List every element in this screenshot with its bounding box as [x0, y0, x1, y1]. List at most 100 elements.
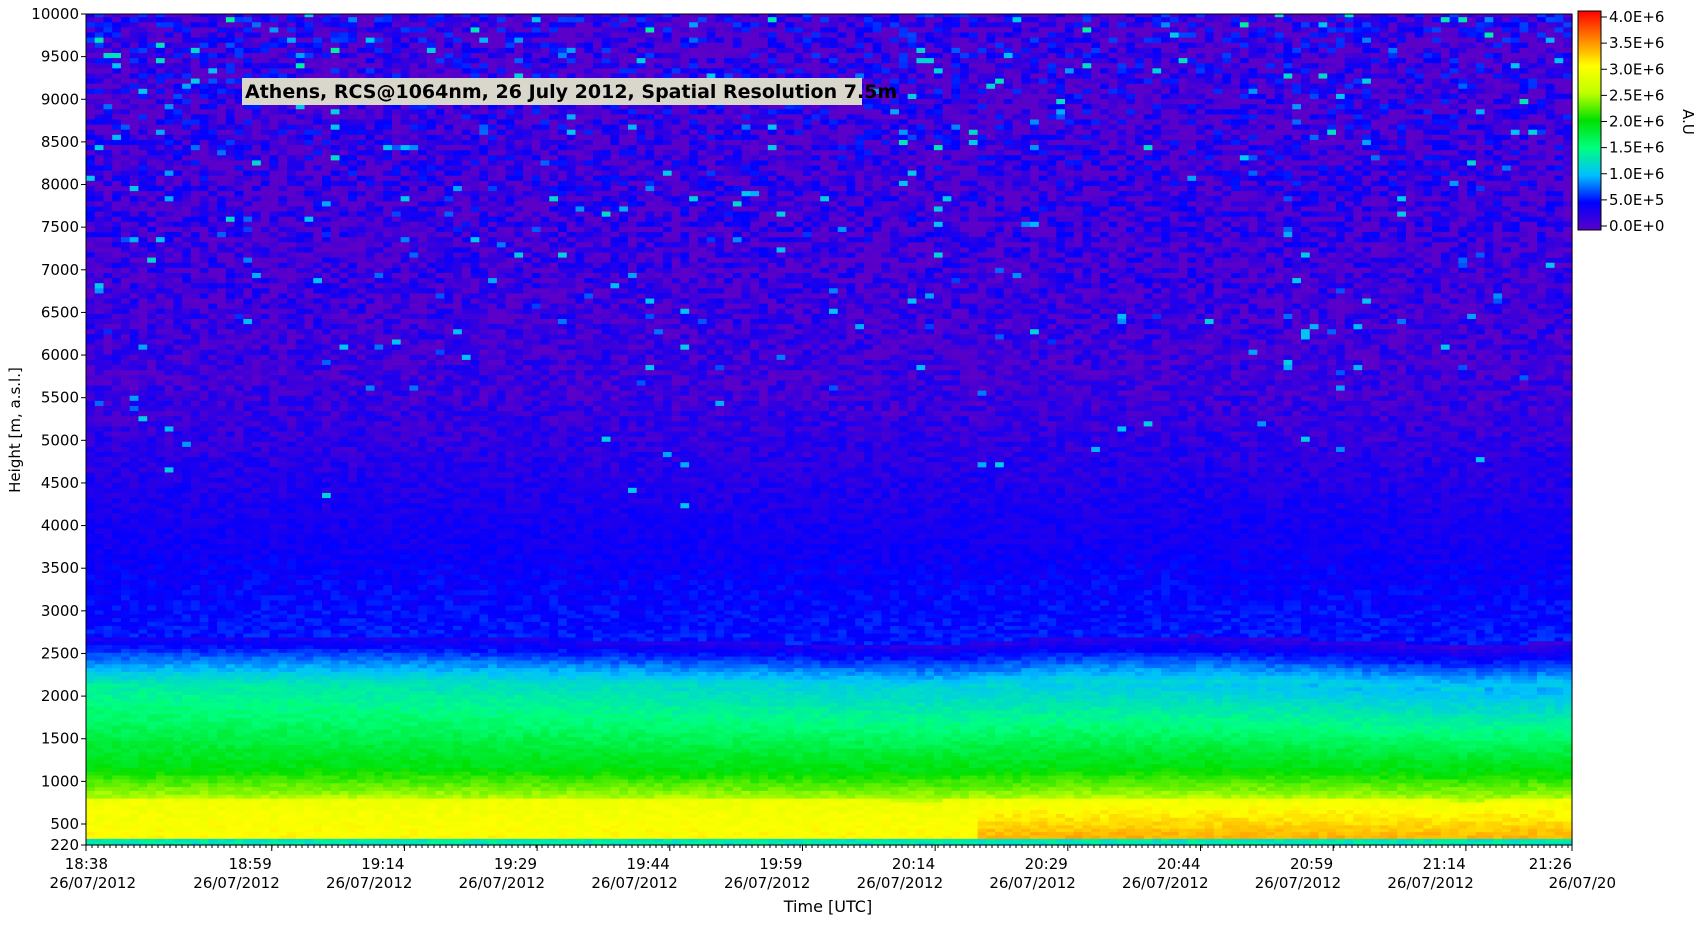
heatmap-cell: [112, 513, 121, 519]
heatmap-cell: [95, 538, 104, 544]
heatmap-cell: [130, 196, 139, 202]
heatmap-cell: [112, 47, 121, 53]
heatmap-cell: [95, 467, 104, 473]
heatmap-cell: [138, 364, 147, 370]
heatmap-cell: [121, 694, 130, 698]
heatmap-cell: [112, 702, 121, 706]
heatmap-cell: [103, 73, 112, 79]
heatmap-cell: [130, 359, 139, 365]
heatmap-cell: [86, 421, 95, 427]
heatmap-cell: [103, 201, 112, 207]
heatmap-cell: [103, 656, 112, 660]
heatmap-cell: [95, 185, 104, 191]
heatmap-cell: [138, 513, 147, 519]
heatmap-cell: [138, 614, 147, 618]
heatmap-cell: [130, 436, 139, 442]
heatmap-cell: [95, 574, 104, 580]
heatmap-cell: [130, 584, 139, 590]
heatmap-cell: [95, 446, 104, 452]
heatmap-cell: [103, 308, 112, 314]
heatmap-cell: [121, 324, 130, 330]
heatmap-cell: [103, 714, 112, 718]
heatmap-cell: [86, 242, 95, 248]
heatmap-cell: [138, 641, 147, 645]
heatmap-cell: [95, 497, 104, 503]
heatmap-cell: [138, 740, 147, 744]
heatmap-cell: [138, 421, 147, 427]
heatmap-cell: [121, 671, 130, 675]
heatmap-cell: [103, 549, 112, 555]
heatmap-cell: [121, 114, 130, 120]
heatmap-cell: [130, 656, 139, 660]
heatmap-cell: [103, 706, 112, 710]
heatmap-cell: [121, 633, 130, 637]
heatmap-cell: [95, 144, 104, 150]
heatmap-cell: [121, 339, 130, 345]
heatmap-cell: [130, 431, 139, 437]
heatmap-cell: [138, 671, 147, 675]
heatmap-cell: [103, 334, 112, 340]
heatmap-cell: [86, 119, 95, 125]
heatmap-cell: [86, 98, 95, 104]
heatmap-cell: [130, 467, 139, 473]
heatmap-cell: [95, 600, 104, 606]
heatmap-cell: [95, 748, 104, 752]
heatmap-cell: [95, 329, 104, 335]
heatmap-cell: [130, 395, 139, 401]
heatmap-cell: [86, 416, 95, 422]
heatmap-cell: [130, 155, 139, 161]
heatmap-cell: [95, 721, 104, 725]
heatmap-cell: [112, 313, 121, 319]
heatmap-cell: [112, 756, 121, 760]
heatmap-cell: [95, 150, 104, 156]
heatmap-cell: [130, 574, 139, 580]
heatmap-cell: [130, 416, 139, 422]
heatmap-cell: [121, 802, 130, 806]
heatmap-cell: [121, 395, 130, 401]
heatmap-cell: [130, 370, 139, 376]
heatmap-cell: [95, 155, 104, 161]
heatmap-cell: [112, 574, 121, 580]
heatmap-cell: [95, 503, 104, 509]
heatmap-cell: [86, 324, 95, 330]
heatmap-cell: [130, 821, 139, 825]
heatmap-cell: [112, 32, 121, 38]
heatmap-cell: [86, 618, 95, 622]
heatmap-cell: [103, 779, 112, 783]
heatmap-cell: [138, 660, 147, 664]
heatmap-cell: [112, 645, 121, 649]
heatmap-cell: [121, 129, 130, 135]
heatmap-cell: [95, 206, 104, 212]
heatmap-cell: [86, 671, 95, 675]
heatmap-cell: [121, 160, 130, 166]
heatmap-cell: [112, 584, 121, 590]
heatmap-cell: [130, 668, 139, 672]
heatmap-cell: [121, 247, 130, 253]
heatmap-cell: [138, 679, 147, 683]
heatmap-cell: [95, 779, 104, 783]
heatmap-cell: [138, 794, 147, 798]
heatmap-cell: [86, 47, 95, 53]
heatmap-cell: [121, 139, 130, 145]
heatmap-cell: [86, 600, 95, 606]
heatmap-cell: [86, 190, 95, 196]
heatmap-cell: [112, 482, 121, 488]
heatmap-cell: [121, 416, 130, 422]
heatmap-cell: [138, 779, 147, 783]
heatmap-cell: [95, 283, 104, 289]
heatmap-cell: [121, 288, 130, 294]
heatmap-cell: [121, 779, 130, 783]
heatmap-cell: [103, 660, 112, 664]
heatmap-cell: [86, 706, 95, 710]
heatmap-cell: [121, 318, 130, 324]
heatmap-cell: [103, 518, 112, 524]
heatmap-cell: [103, 155, 112, 161]
heatmap-cell: [86, 737, 95, 741]
heatmap-cell: [103, 119, 112, 125]
heatmap-cell: [112, 618, 121, 622]
heatmap-cell: [112, 237, 121, 243]
heatmap-cell: [103, 786, 112, 790]
heatmap-cell: [138, 549, 147, 555]
heatmap-cell: [103, 554, 112, 560]
heatmap-cell: [130, 52, 139, 58]
